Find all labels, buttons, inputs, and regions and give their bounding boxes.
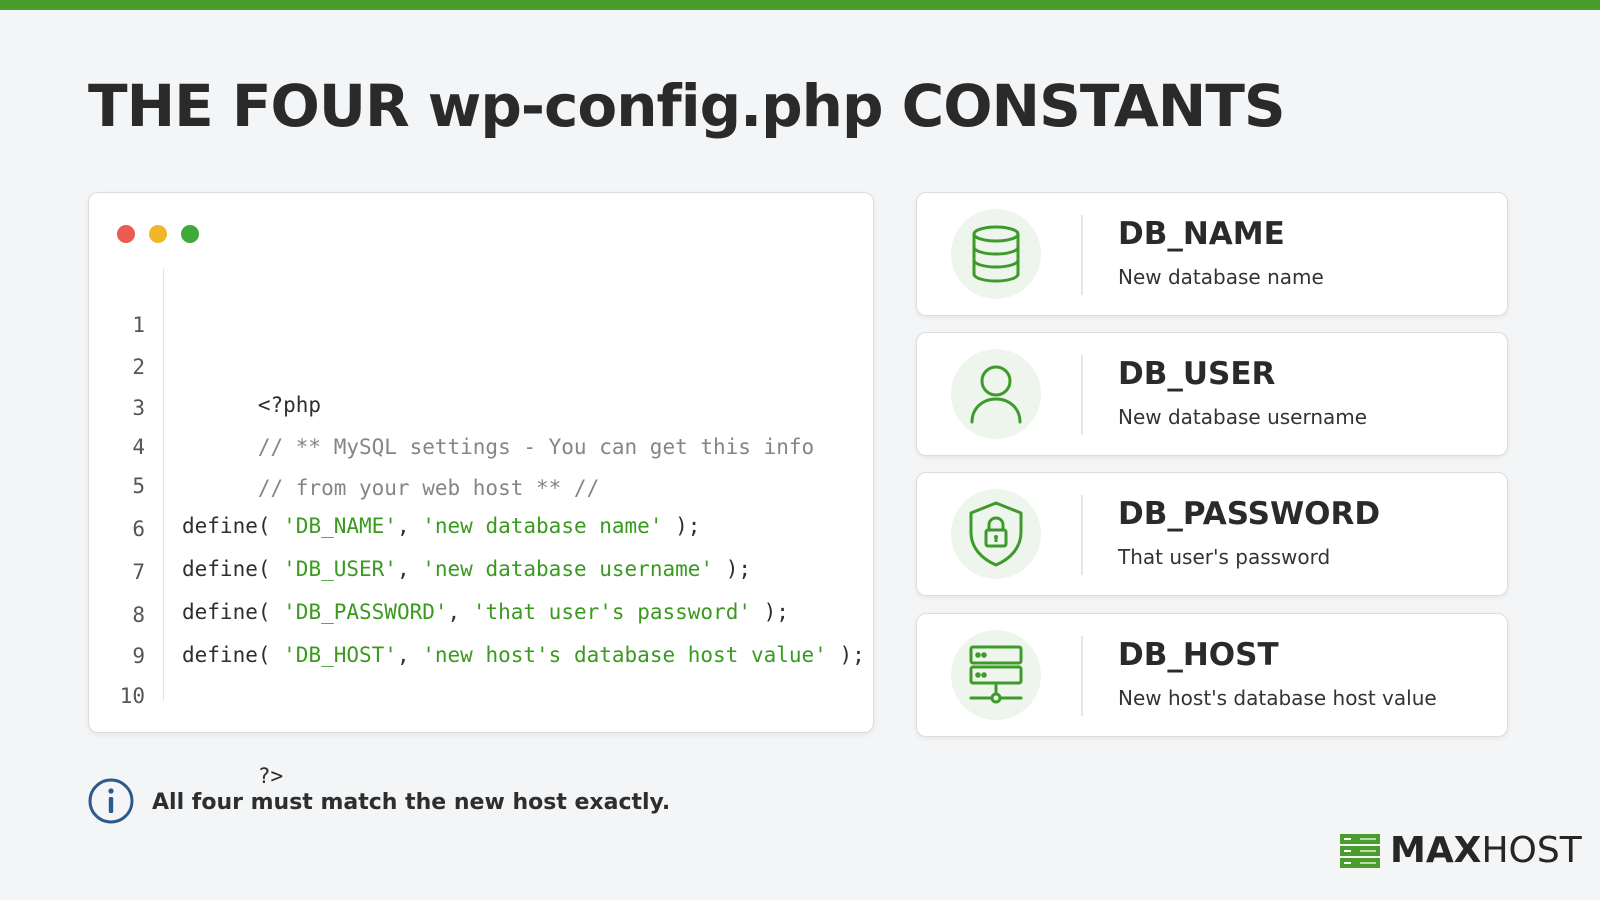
code-string: 'new host's database host value' — [422, 643, 827, 667]
code-string: 'DB_NAME' — [283, 514, 397, 538]
close-window-dot[interactable] — [117, 225, 135, 243]
code-token: ); — [662, 514, 701, 538]
code-string: 'DB_PASSWORD' — [283, 600, 448, 624]
maximize-window-dot[interactable] — [181, 225, 199, 243]
maxhost-logo: MAXHOST — [1340, 830, 1582, 871]
code-text: define( 'DB_PASSWORD', 'that user's pass… — [182, 592, 789, 632]
code-line: 9 — [89, 596, 145, 668]
constant-card-db-name: DB_NAME New database name — [916, 192, 1508, 316]
server-icon — [951, 630, 1041, 720]
code-token: , — [396, 557, 423, 581]
constant-description: New database name — [1118, 265, 1324, 289]
code-line: 8 define( 'DB_HOST', 'new host's databas… — [89, 555, 864, 667]
code-string: 'new database name' — [422, 514, 663, 538]
code-line: 1 <?php — [89, 265, 321, 417]
line-number: 10 — [119, 684, 145, 708]
code-string: 'DB_HOST' — [283, 643, 397, 667]
code-text: define( 'DB_HOST', 'new host's database … — [182, 635, 865, 675]
constant-name: DB_HOST — [1118, 637, 1279, 673]
server-rack-logo-icon — [1340, 833, 1380, 868]
code-line: 7 define( 'DB_PASSWORD', 'that user's pa… — [89, 512, 789, 624]
constant-card-db-host: DB_HOST New host's database host value — [916, 613, 1508, 737]
code-text: define( 'DB_USER', 'new database usernam… — [182, 549, 751, 589]
code-token: ?> — [257, 764, 284, 788]
constant-description: New host's database host value — [1118, 686, 1437, 710]
code-token: ); — [826, 643, 865, 667]
code-token: define( — [182, 557, 284, 581]
card-divider — [1081, 636, 1083, 716]
code-text: define( 'DB_NAME', 'new database name' )… — [182, 506, 700, 546]
card-divider — [1081, 495, 1083, 575]
logo-bold-text: MAX — [1390, 830, 1482, 871]
info-note: All four must match the new host exactly… — [152, 790, 671, 815]
code-token: define( — [182, 514, 284, 538]
constant-description: New database username — [1118, 405, 1368, 429]
code-token: , — [396, 643, 423, 667]
code-token: ); — [713, 557, 751, 581]
top-accent-bar — [0, 0, 1600, 10]
code-token: ); — [750, 600, 789, 624]
code-text: ?> — [182, 716, 283, 836]
code-line: 3 // from your web host ** // — [89, 348, 599, 500]
logo-light-text: HOST — [1481, 830, 1582, 871]
code-line: 2 // ** MySQL settings - You can get thi… — [89, 307, 814, 459]
code-token: , — [447, 600, 473, 624]
code-string: 'DB_USER' — [283, 557, 397, 581]
code-token: define( — [182, 600, 284, 624]
code-string: 'that user's password' — [472, 600, 751, 624]
code-line: 4 — [89, 387, 145, 459]
logo-wordmark: MAXHOST — [1390, 830, 1582, 871]
constant-name: DB_NAME — [1118, 216, 1285, 252]
code-line: 6 define( 'DB_USER', 'new database usern… — [89, 469, 751, 581]
code-editor: 1 <?php 2 // ** MySQL settings - You can… — [88, 192, 874, 788]
code-string: 'new database username' — [422, 557, 714, 581]
constant-card-db-password: DB_PASSWORD That user's password — [916, 472, 1508, 596]
database-icon — [951, 209, 1041, 299]
info-icon — [88, 778, 134, 829]
gutter-divider — [163, 269, 164, 701]
card-divider — [1081, 355, 1083, 435]
code-line: 10 ?> — [89, 636, 283, 788]
code-token: , — [396, 514, 423, 538]
constant-card-db-user: DB_USER New database username — [916, 332, 1508, 456]
constant-description: That user's password — [1118, 545, 1331, 569]
user-icon — [951, 349, 1041, 439]
constant-name: DB_USER — [1118, 356, 1276, 392]
card-divider — [1081, 215, 1083, 295]
code-line: 5 define( 'DB_NAME', 'new database name'… — [89, 426, 700, 538]
page-title: THE FOUR wp-config.php CONSTANTS — [88, 72, 1286, 140]
constant-name: DB_PASSWORD — [1118, 496, 1381, 532]
code-comment: // from your web host ** // — [257, 476, 600, 500]
code-token: define( — [182, 643, 284, 667]
minimize-window-dot[interactable] — [149, 225, 167, 243]
shield-lock-icon — [951, 489, 1041, 579]
